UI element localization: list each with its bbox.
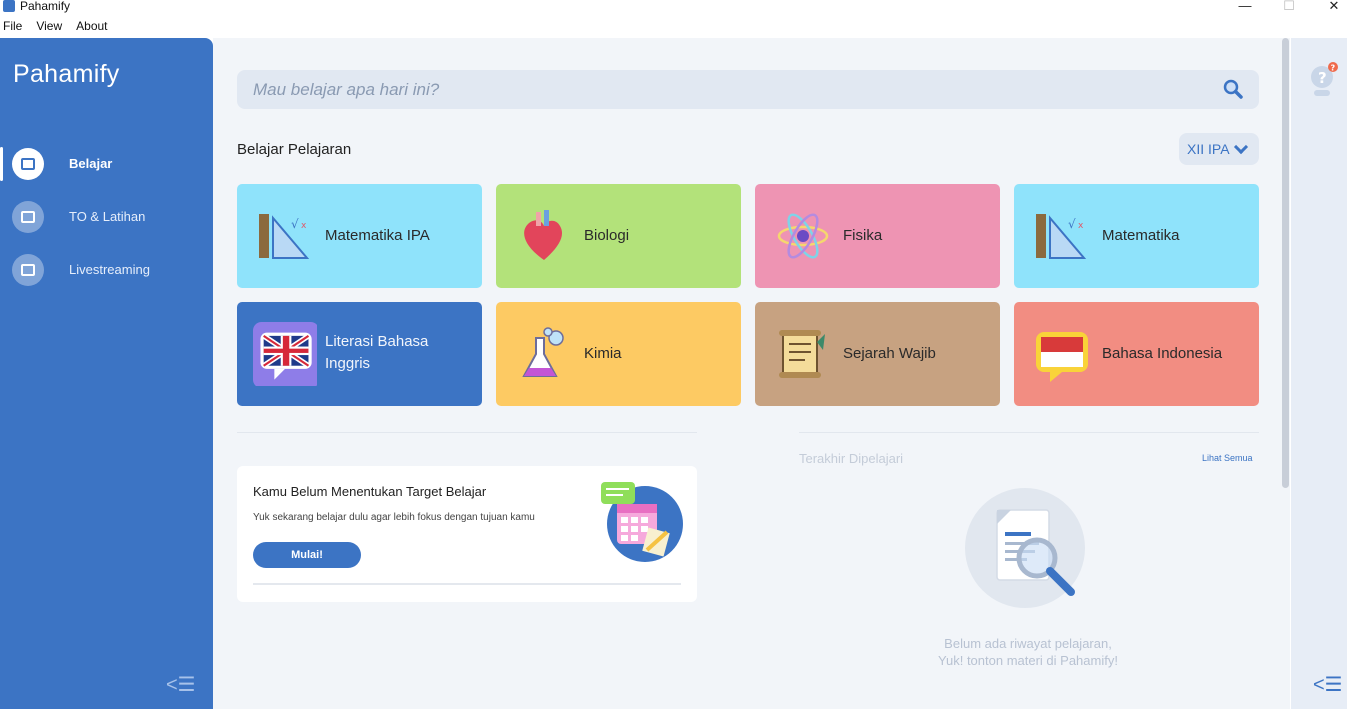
empty-state-text: Belum ada riwayat pelajaran, Yuk! tonton… [913,635,1143,669]
scrollbar[interactable] [1281,38,1290,709]
sidebar-item-label: TO & Latihan [69,209,146,224]
target-card: Kamu Belum Menentukan Target Belajar Yuk… [237,466,697,602]
subject-label: Bahasa Indonesia [1102,345,1223,362]
svg-text:?: ? [1318,69,1327,87]
brand-logo[interactable]: Pahamify [13,60,120,89]
section-divider [799,432,1259,433]
sidebar-item-belajar[interactable]: Belajar [0,145,213,183]
empty-line-1: Belum ada riwayat pelajaran, [944,636,1112,651]
document-search-icon [965,488,1085,608]
svg-text:√: √ [291,217,299,231]
search-bar[interactable]: Mau belajar apa hari ini? [237,70,1259,109]
sidebar-item-label: Belajar [69,156,113,171]
target-title: Kamu Belum Menentukan Target Belajar [253,484,487,499]
menu-view[interactable]: View [36,19,62,37]
main-content: Mau belajar apa hari ini? Belajar Pelaja… [213,38,1281,709]
subject-label: Biologi [584,227,630,244]
flask-icon [522,327,564,377]
collapse-left-icon[interactable]: <☰ [166,672,196,697]
collapse-right-icon[interactable]: <☰ [1313,672,1343,697]
chevron-down-icon [1233,139,1248,154]
subject-card-biologi[interactable]: Biologi [496,184,741,288]
subject-card-matematika[interactable]: √ x Matematika [1014,184,1259,288]
grade-select[interactable]: XII IPA [1179,133,1259,165]
svg-text:?: ? [1331,64,1336,73]
uk-flag-icon [253,322,317,386]
svg-text:√: √ [1068,217,1076,231]
atom-icon [777,213,829,259]
ruler-icon: √ x [1036,214,1087,259]
subject-card-kimia[interactable]: Kimia [496,302,741,406]
book-icon [12,148,44,180]
subject-card-matematika-ipa[interactable]: √ x Matematika IPA [237,184,482,288]
see-all-link[interactable]: Lihat Semua [1202,453,1253,463]
sidebar-item-to-latihan[interactable]: TO & Latihan [0,198,213,236]
close-button[interactable]: ✕ [1319,0,1347,14]
section-divider [237,432,697,433]
app-icon [3,0,15,12]
edit-icon [12,201,44,233]
subject-label: Sejarah Wajib [843,345,936,362]
menu-file[interactable]: File [3,19,22,37]
window-title: Pahamify [20,0,71,13]
subject-label: Matematika IPA [325,227,430,244]
search-input[interactable]: Mau belajar apa hari ini? [253,80,439,100]
svg-text:x: x [1078,221,1084,231]
scroll-thumb[interactable] [1282,38,1289,488]
ruler-icon: √ x [259,214,310,259]
maximize-button[interactable]: ☐ [1274,0,1304,14]
sidebar-item-livestreaming[interactable]: Livestreaming [0,251,213,289]
subject-label: Matematika [1102,227,1180,244]
video-icon [12,254,44,286]
svg-text:x: x [301,221,307,231]
minimize-button[interactable]: — [1230,0,1260,14]
subject-card-literasi-bahasa-inggris[interactable]: Literasi Bahasa Inggris [237,302,482,406]
id-flag-icon [1036,332,1088,382]
subject-label: Fisika [843,227,883,244]
target-subtitle: Yuk sekarang belajar dulu agar lebih fok… [253,512,535,523]
search-icon[interactable] [1223,79,1243,99]
calendar-illustration-icon [601,482,683,562]
active-indicator [0,147,3,181]
subject-label: Literasi Bahasa Inggris [325,333,429,372]
menu-bar: File View About [0,19,108,37]
recent-title: Terakhir Dipelajari [799,451,904,466]
title-bar: Pahamify — ☐ ✕ [0,0,1347,16]
sidebar: Pahamify Belajar TO & Latihan Livestream… [0,38,213,709]
subject-card-sejarah-wajib[interactable]: Sejarah Wajib [755,302,1000,406]
target-divider [253,583,681,585]
menu-about[interactable]: About [76,19,107,37]
heart-icon [524,210,563,260]
subject-card-bahasa-indonesia[interactable]: Bahasa Indonesia [1014,302,1259,406]
sidebar-item-label: Livestreaming [69,262,150,277]
subject-card-fisika[interactable]: Fisika [755,184,1000,288]
help-icon[interactable]: ? ? [1309,62,1339,100]
scroll-icon [779,330,825,378]
grade-value: XII IPA [1187,141,1230,157]
right-panel: ? ? <☰ [1291,38,1347,709]
empty-line-2: Yuk! tonton materi di Pahamify! [938,653,1118,668]
start-button[interactable]: Mulai! [253,542,361,568]
subject-label: Kimia [584,345,622,362]
section-title: Belajar Pelajaran [237,141,352,158]
